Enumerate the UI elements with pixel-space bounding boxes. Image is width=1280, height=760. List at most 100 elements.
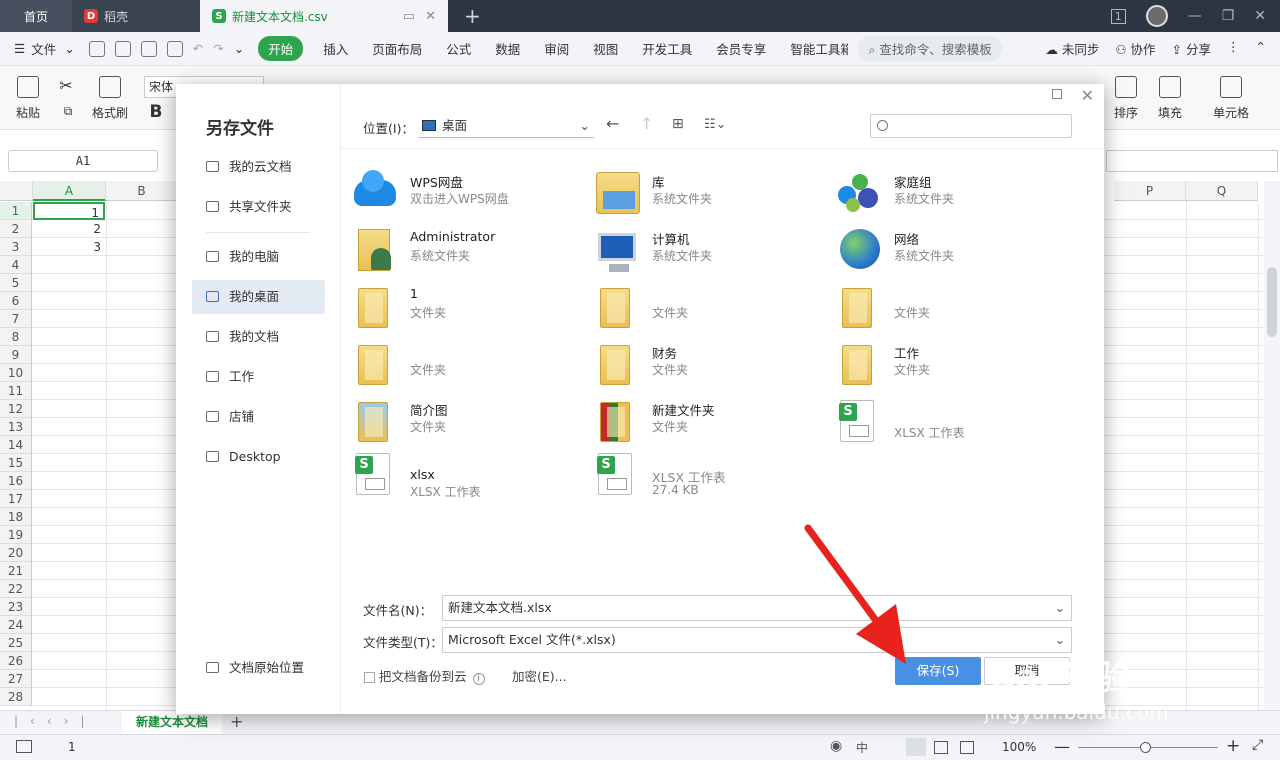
column-header[interactable]: B [106,181,178,201]
row-header[interactable]: 16 [0,472,32,490]
file-item-folder[interactable]: 文件夹 [594,284,824,336]
select-all-corner[interactable] [0,181,33,201]
file-item-xlsx[interactable]: S XLSX 工作表 27.4 KB [594,451,824,503]
file-item-folder[interactable]: 文件夹 [352,341,582,393]
row-header[interactable]: 10 [0,364,32,382]
maximize-dialog-icon[interactable] [1052,89,1062,99]
row-header[interactable]: 5 [0,274,32,292]
menu-formula[interactable]: 公式 [446,39,471,58]
menu-smart-tools[interactable]: 智能工具箱 [790,39,848,58]
file-item-finance[interactable]: 财务 文件夹 [594,341,824,393]
column-header[interactable]: A [33,181,106,201]
sidebar-item-original-location[interactable]: 文档原始位置 [192,651,325,685]
file-item-xlsx[interactable]: S XLSX 工作表 [836,398,1066,450]
file-item-intro-images[interactable]: 简介图 文件夹 [352,398,582,450]
back-icon[interactable]: ← [606,114,619,133]
new-folder-icon[interactable]: ⊞ [672,116,684,132]
sidebar-item-my-computer[interactable]: 我的电脑 [192,240,325,274]
save-button[interactable]: 保存(S) [895,657,981,685]
chevron-down-icon[interactable]: ⌄ [1055,596,1065,620]
file-item-administrator[interactable]: Administrator 系统文件夹 [352,227,582,279]
zoom-out-icon[interactable]: — [1054,737,1070,756]
info-icon[interactable]: i [472,673,485,685]
chevron-down-icon[interactable]: ⌄ [64,41,74,56]
close-window-icon[interactable]: ✕ [1254,8,1266,24]
encrypt-link[interactable]: 加密(E)... [512,666,567,685]
row-header[interactable]: 27 [0,670,32,688]
sheet-nav-icons[interactable]: |‹‹›| [14,714,96,728]
paste-button[interactable]: 粘贴 [10,76,46,121]
formula-input[interactable] [1106,150,1278,172]
zoom-in-icon[interactable]: + [1226,736,1240,756]
row-header[interactable]: 9 [0,346,32,364]
row-header[interactable]: 19 [0,526,32,544]
row-header[interactable]: 7 [0,310,32,328]
command-search[interactable]: ⌕ 查找命令、搜索模板 [858,36,1002,61]
format-painter-button[interactable]: 格式刷 [88,76,132,121]
name-box[interactable]: A1 [8,150,158,172]
row-header[interactable]: 20 [0,544,32,562]
zoom-level[interactable]: 100% [1002,740,1036,754]
copy-icon[interactable]: ⧉ [54,104,82,119]
row-header[interactable]: 4 [0,256,32,274]
page-count-icon[interactable]: 1 [1110,8,1126,24]
file-item-xlsx[interactable]: S xlsx XLSX 工作表 [352,451,582,503]
row-header[interactable]: 2 [0,220,32,238]
row-header[interactable]: 11 [0,382,32,400]
menu-page-layout[interactable]: 页面布局 [372,39,422,58]
row-header[interactable]: 22 [0,580,32,598]
row-header[interactable]: 25 [0,634,32,652]
file-item-computer[interactable]: 计算机 系统文件夹 [594,227,824,279]
sidebar-item-work[interactable]: 工作 [192,360,325,394]
close-dialog-icon[interactable]: ✕ [1081,86,1094,105]
row-header[interactable]: 28 [0,688,32,706]
up-icon[interactable]: ↑ [640,114,653,133]
column-header[interactable]: P [1114,181,1186,201]
file-item-new-folder[interactable]: 新建文件夹 文件夹 [594,398,824,450]
vertical-scrollbar[interactable] [1264,181,1280,710]
minimize-icon[interactable]: — [1188,8,1202,24]
collaborate-button[interactable]: ⚇ 协作 [1115,39,1155,58]
sync-status[interactable]: ☁ 未同步 [1045,39,1099,58]
dialog-search-input[interactable] [870,114,1072,138]
eye-protection-icon[interactable]: ◉ [830,738,842,754]
print-icon[interactable] [114,40,131,57]
save-icon[interactable] [88,40,105,57]
row-header[interactable]: 8 [0,328,32,346]
checkbox-icon[interactable] [364,672,375,683]
row-header[interactable]: 13 [0,418,32,436]
sidebar-item-shop[interactable]: 店铺 [192,400,325,434]
file-item-network[interactable]: 网络 系统文件夹 [836,227,1066,279]
chevron-down-icon[interactable]: ⌄ [1055,628,1065,652]
row-header[interactable]: 24 [0,616,32,634]
menu-member[interactable]: 会员专享 [716,39,766,58]
share-button[interactable]: ⇪ 分享 [1172,39,1211,58]
sort-button[interactable]: 排序 [1108,76,1144,121]
file-item-wps-cloud[interactable]: WPS网盘 双击进入WPS网盘 [352,170,582,222]
zoom-slider-thumb[interactable] [1140,742,1151,753]
collapse-ribbon-icon[interactable]: ⌃ [1256,39,1266,58]
add-sheet-icon[interactable]: + [230,712,243,731]
cell-button[interactable]: 单元格 [1204,76,1258,121]
print-preview-icon[interactable] [140,40,157,57]
page-break-view-icon[interactable] [960,741,974,754]
cell-a1[interactable]: 1 [33,202,105,220]
normal-view-icon[interactable] [906,738,926,756]
page-layout-view-icon[interactable] [934,741,948,754]
sidebar-item-desktop[interactable]: 我的桌面 [192,280,325,314]
export-icon[interactable] [166,40,183,57]
restore-icon[interactable]: ❐ [1222,8,1235,24]
sidebar-item-my-documents[interactable]: 我的文档 [192,320,325,354]
file-item-work[interactable]: 工作 文件夹 [836,341,1066,393]
menu-start[interactable]: 开始 [258,36,304,61]
row-header[interactable]: 26 [0,652,32,670]
menu-data[interactable]: 数据 [495,39,520,58]
bold-button[interactable]: B [148,102,164,122]
row-header[interactable]: 18 [0,508,32,526]
file-item-folder[interactable]: 文件夹 [836,284,1066,336]
row-header[interactable]: 21 [0,562,32,580]
fullscreen-icon[interactable]: ⤢ [1252,737,1263,753]
tab-daoke[interactable]: D 稻壳 [72,0,200,32]
avatar[interactable] [1145,5,1168,27]
row-header[interactable]: 23 [0,598,32,616]
